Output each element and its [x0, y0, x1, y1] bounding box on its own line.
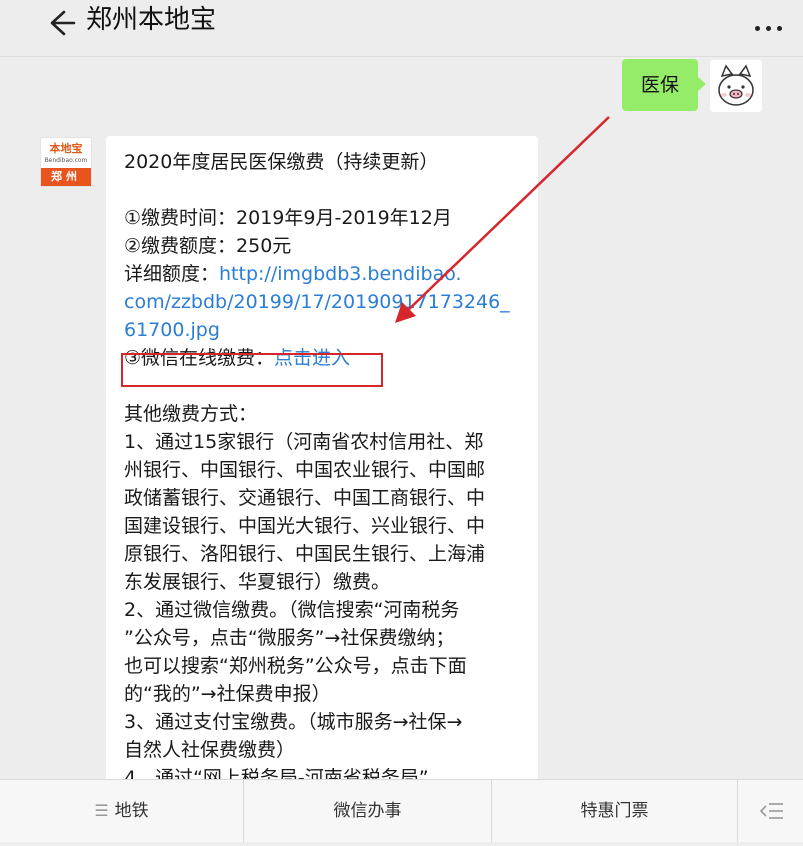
- menu-item-discount-tickets[interactable]: 特惠门票: [492, 780, 738, 842]
- body-line: 的“我的”→社保费申报）: [124, 683, 331, 705]
- body-line: 政储蓄银行、交通银行、中国工商银行、中: [124, 487, 486, 509]
- body-line: 东发展银行、华夏银行）缴费。: [124, 571, 391, 593]
- keyboard-toggle-button[interactable]: [738, 780, 803, 842]
- back-arrow-icon[interactable]: [44, 6, 78, 40]
- body-line: 自然人社保费缴费）: [124, 739, 296, 761]
- wechat-pay-link[interactable]: 点击进入: [274, 347, 350, 369]
- chat-header: 郑州本地宝: [0, 0, 803, 57]
- body-line: 也可以搜索“郑州税务”公众号，点击下面: [124, 655, 467, 677]
- body-line: 2、通过微信缴费。（微信搜索“河南税务: [124, 599, 460, 621]
- body-line: 原银行、洛阳银行、中国民生银行、上海浦: [124, 543, 486, 565]
- menu-item-metro[interactable]: ☰ 地铁: [0, 780, 244, 842]
- detail-link[interactable]: http://imgbdb3.bendibao.: [219, 263, 462, 285]
- bottom-menu-bar: ☰ 地铁 微信办事 特惠门票: [0, 779, 803, 842]
- fee-time-text: ①缴费时间：2019年9月-2019年12月: [124, 207, 452, 229]
- fee-amount-text: ②缴费额度：250元: [124, 235, 292, 257]
- user-avatar[interactable]: [710, 60, 762, 112]
- brand-logo: 本地宝 Bendibao.com: [41, 138, 91, 168]
- brand-url-text: Bendibao.com: [44, 157, 88, 164]
- menu-switch-icon: [759, 803, 783, 819]
- body-line: ”公众号，点击“微服务”→社保费缴纳；: [124, 627, 455, 649]
- menu-item-label: 特惠门票: [580, 801, 649, 821]
- menu-item-label: 地铁: [114, 801, 149, 821]
- detail-label: 详细额度：: [124, 263, 220, 285]
- body-line: 州银行、中国银行、中国农业银行、中国邮: [124, 459, 486, 481]
- other-methods-title: 其他缴费方式：: [124, 403, 258, 425]
- chat-title: 郑州本地宝: [86, 5, 217, 35]
- body-line: 国建设银行、中国光大银行、兴业银行、中: [124, 515, 486, 537]
- detail-link-end[interactable]: 61700.jpg: [124, 316, 529, 344]
- menu-item-label: 微信办事: [333, 801, 402, 821]
- menu-item-wechat-services[interactable]: 微信办事: [244, 780, 492, 842]
- body-line: 3、通过支付宝缴费。（城市服务→社保→: [124, 711, 463, 733]
- wechat-pay-line: ③微信在线缴费：点击进入: [124, 344, 529, 372]
- outgoing-message-bubble[interactable]: 医保: [622, 59, 706, 111]
- wechat-pay-label: ③微信在线缴费：: [124, 347, 275, 369]
- incoming-message-card: 2020年度居民医保缴费（持续更新） ①缴费时间：2019年9月-2019年12…: [106, 136, 538, 841]
- pig-avatar-icon: [718, 64, 754, 106]
- official-account-avatar[interactable]: 本地宝 Bendibao.com 郑州: [40, 137, 92, 187]
- article-title: 2020年度居民医保缴费（持续更新）: [124, 151, 439, 173]
- detail-link-continued[interactable]: com/zzbdb/20199/17/20190917173246_: [124, 288, 529, 316]
- detail-line: 详细额度：http://imgbdb3.bendibao.: [124, 260, 529, 288]
- body-line: 1、通过15家银行（河南省农村信用社、郑: [124, 431, 484, 453]
- more-options-icon[interactable]: [752, 16, 786, 32]
- submenu-icon: ☰: [94, 801, 109, 820]
- brand-logo-text: 本地宝: [49, 142, 83, 155]
- brand-city-label: 郑州: [41, 168, 91, 186]
